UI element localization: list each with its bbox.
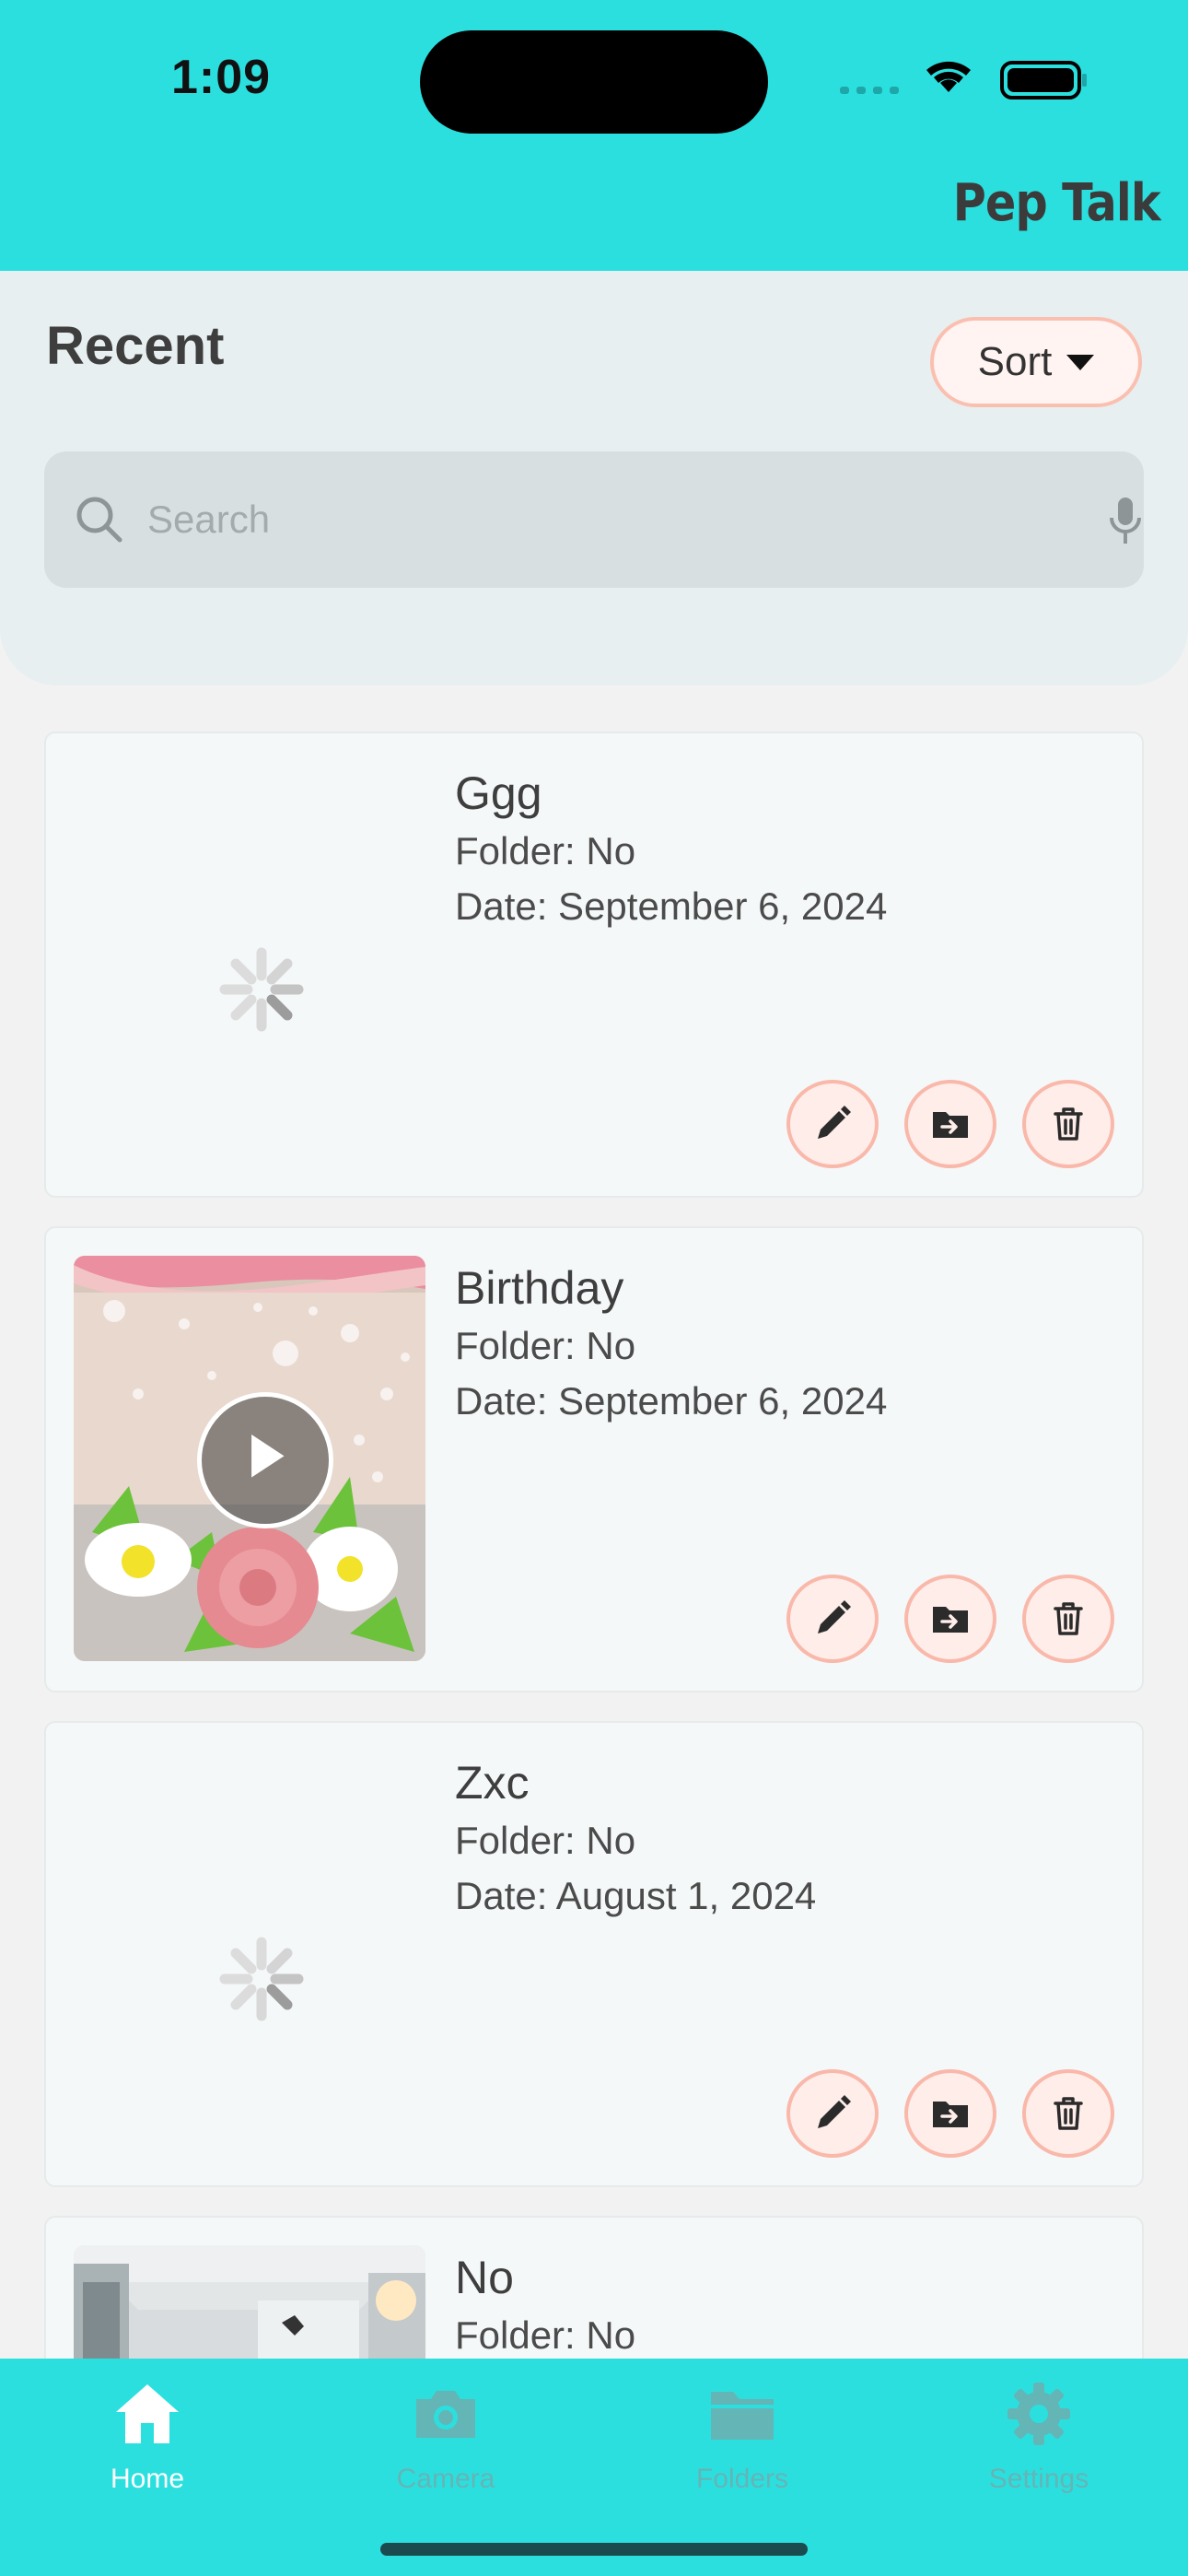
loading-spinner-icon (219, 947, 304, 1032)
recording-card[interactable]: Zxc Folder: No Date: August 1, 2024 (44, 1721, 1144, 2187)
delete-button[interactable] (1022, 2069, 1114, 2158)
folder-icon (711, 2392, 774, 2440)
edit-button[interactable] (786, 1080, 879, 1168)
card-folder: Folder: No (455, 829, 636, 872)
trash-icon (1054, 1107, 1083, 1141)
media-thumbnail-loading (74, 761, 425, 1166)
recording-card[interactable]: Ggg Folder: No Date: September 6, 2024 (44, 732, 1144, 1198)
tab-camera[interactable]: Camera (354, 2379, 538, 2517)
pencil-icon (818, 2095, 851, 2128)
card-title: Ggg (455, 767, 542, 819)
tab-label: Home (110, 2464, 185, 2494)
video-thumbnail[interactable] (74, 1256, 425, 1661)
card-actions (786, 1080, 1114, 1168)
dynamic-island (420, 30, 768, 134)
home-indicator (380, 2543, 808, 2556)
pencil-icon (818, 1106, 851, 1139)
recent-panel: Recent Sort (0, 271, 1188, 685)
move-to-folder-icon (933, 2102, 968, 2127)
wifi-icon (926, 61, 971, 92)
sort-button[interactable]: Sort (930, 317, 1142, 407)
gear-icon (1007, 2383, 1070, 2445)
app-logo: Pep Talk (952, 173, 1161, 233)
status-time: 1:09 (171, 51, 272, 104)
tab-folders[interactable]: Folders (650, 2379, 834, 2517)
page-title: Recent (46, 316, 225, 376)
tab-home[interactable]: Home (55, 2379, 239, 2517)
microphone-icon[interactable] (1109, 496, 1142, 547)
move-to-folder-button[interactable] (904, 1575, 996, 1663)
play-icon (251, 1434, 285, 1478)
search-bar[interactable] (44, 451, 1144, 588)
camera-icon (416, 2391, 475, 2438)
battery-icon (1000, 61, 1087, 100)
tab-label: Folders (695, 2464, 789, 2494)
play-button[interactable] (197, 1392, 333, 1528)
edit-button[interactable] (786, 2069, 879, 2158)
pencil-icon (818, 1600, 851, 1633)
card-actions (786, 1575, 1114, 1663)
edit-button[interactable] (786, 1575, 879, 1663)
card-title: Birthday (455, 1262, 624, 1314)
card-title: No (455, 2252, 514, 2303)
delete-button[interactable] (1022, 1080, 1114, 1168)
move-to-folder-icon (933, 1607, 968, 1633)
caret-down-icon (1066, 354, 1095, 370)
card-date: Date: September 6, 2024 (455, 884, 888, 928)
recording-card[interactable]: Birthday Folder: No Date: September 6, 2… (44, 1226, 1144, 1692)
search-icon (76, 497, 122, 543)
top-bar: 1:09 Pep Talk (0, 0, 1188, 271)
card-title: Zxc (455, 1757, 530, 1809)
move-to-folder-button[interactable] (904, 2069, 996, 2158)
search-input[interactable] (147, 483, 1022, 556)
card-date: Date: August 1, 2024 (455, 1874, 817, 1917)
card-folder: Folder: No (455, 1324, 636, 1367)
card-actions (786, 2069, 1114, 2158)
media-thumbnail-loading (74, 1751, 425, 2156)
card-date: Date: September 6, 2024 (455, 1379, 888, 1423)
delete-button[interactable] (1022, 1575, 1114, 1663)
status-icons (840, 61, 1087, 100)
move-to-folder-button[interactable] (904, 1080, 996, 1168)
home-icon (116, 2384, 179, 2443)
cellular-signal-icon (840, 87, 899, 94)
trash-icon (1054, 2097, 1083, 2130)
card-folder: Folder: No (455, 2313, 636, 2357)
sort-label: Sort (977, 339, 1053, 384)
loading-spinner-icon (219, 1937, 304, 2021)
move-to-folder-icon (933, 1112, 968, 1138)
tab-label: Camera (396, 2464, 495, 2494)
tab-label: Settings (988, 2464, 1089, 2494)
tab-settings[interactable]: Settings (947, 2379, 1131, 2517)
trash-icon (1054, 1602, 1083, 1635)
card-folder: Folder: No (455, 1819, 636, 1862)
